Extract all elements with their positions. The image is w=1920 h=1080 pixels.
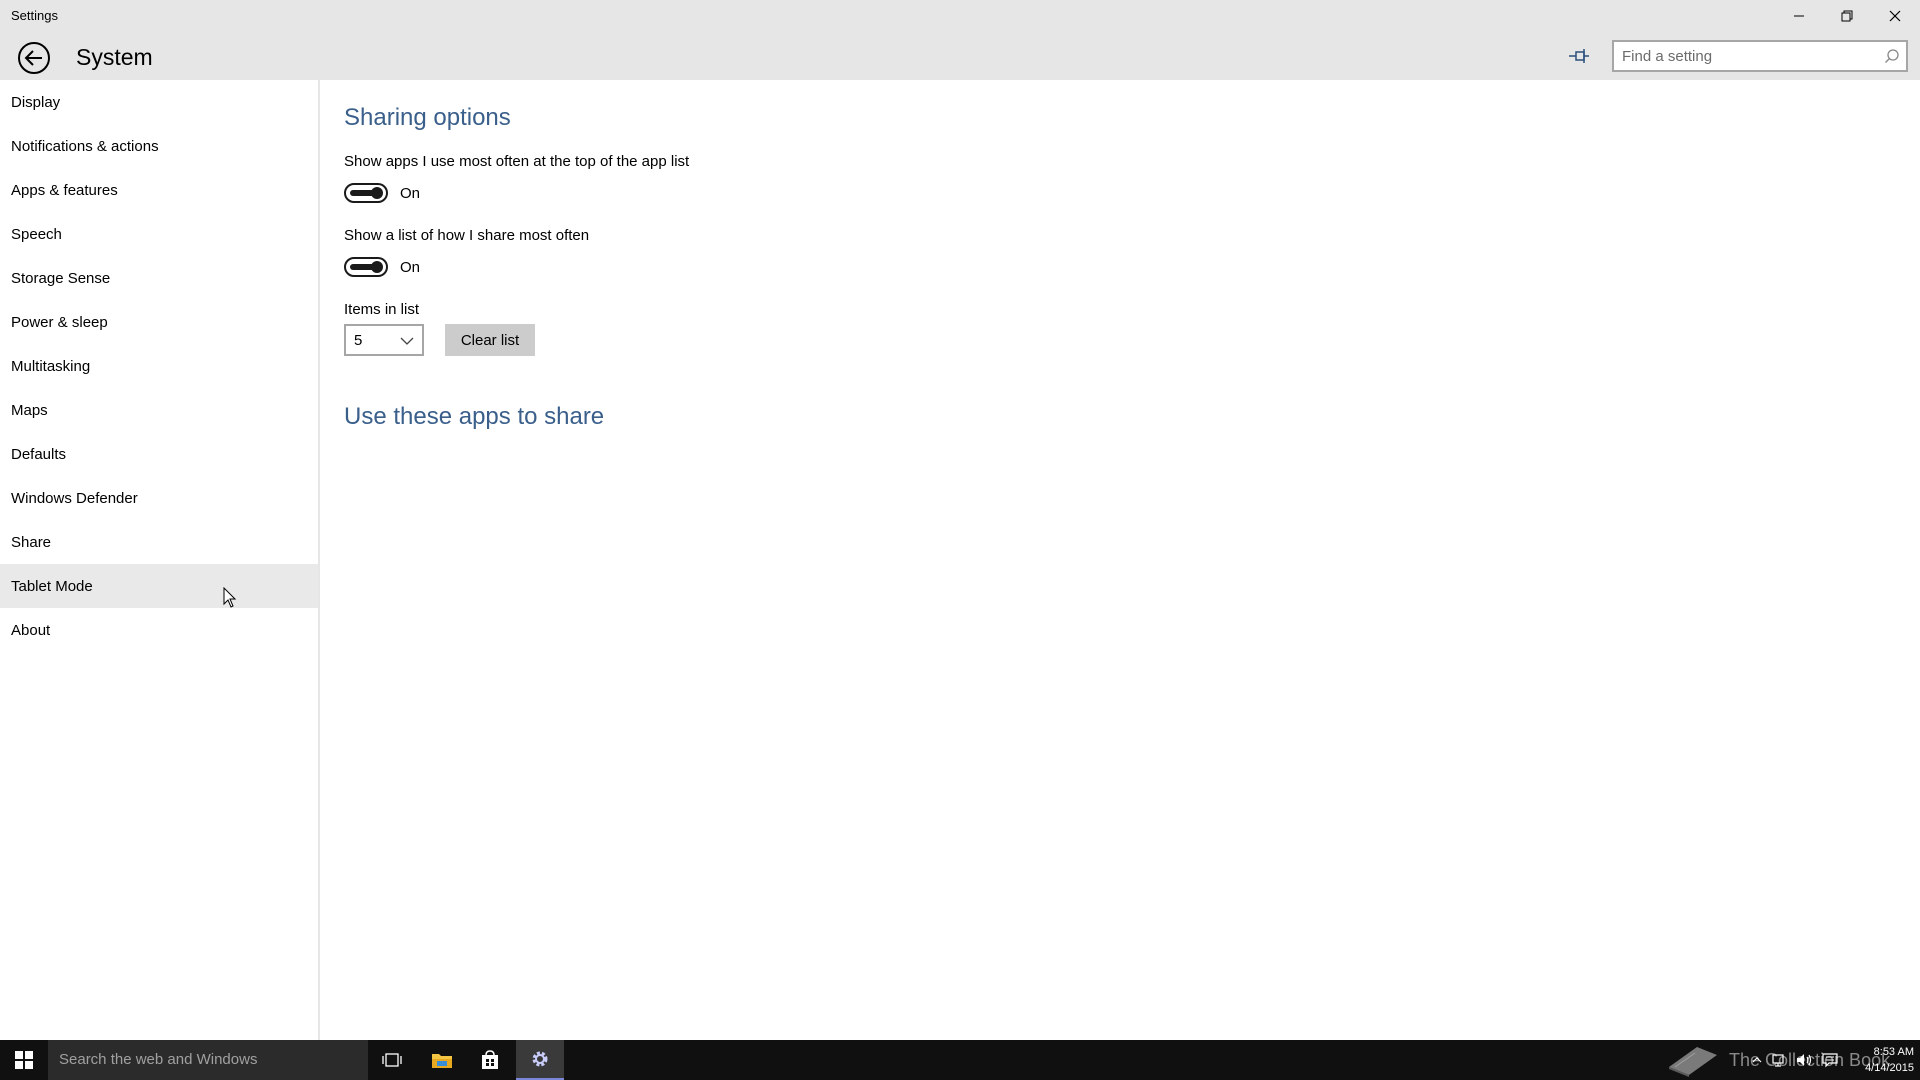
- toggle-knob: [371, 261, 383, 273]
- sidebar-item-notifications-actions[interactable]: Notifications & actions: [0, 124, 318, 168]
- main-content: Sharing options Show apps I use most oft…: [322, 80, 1920, 1040]
- clear-list-button[interactable]: Clear list: [445, 324, 535, 356]
- clock-date: 4/14/2015: [1865, 1062, 1914, 1074]
- items-in-list-label: Items in list: [344, 301, 420, 318]
- search-icon[interactable]: [1884, 48, 1900, 64]
- windows-logo-icon: [15, 1051, 33, 1069]
- pin-icon: [1569, 49, 1589, 63]
- sidebar-item-multitasking[interactable]: Multitasking: [0, 344, 318, 388]
- chevron-down-icon: [400, 337, 414, 345]
- share-list-toggle[interactable]: [344, 257, 388, 277]
- sidebar-item-apps-features[interactable]: Apps & features: [0, 168, 318, 212]
- close-button[interactable]: [1872, 0, 1918, 32]
- sidebar-item-share[interactable]: Share: [0, 520, 318, 564]
- frequent-apps-toggle[interactable]: [344, 183, 388, 203]
- book-logo-icon: [1669, 1047, 1717, 1077]
- title-bar: Settings: [0, 0, 1920, 32]
- store-button[interactable]: [466, 1040, 514, 1080]
- task-view-icon: [382, 1053, 402, 1067]
- toggle-knob: [371, 187, 383, 199]
- clock-time: 8:53 AM: [1873, 1046, 1914, 1058]
- frequent-apps-state: On: [400, 185, 421, 202]
- task-view-button[interactable]: [368, 1040, 416, 1080]
- sidebar-item-maps[interactable]: Maps: [0, 388, 318, 432]
- sidebar-item-storage-sense[interactable]: Storage Sense: [0, 256, 318, 300]
- sidebar-item-about[interactable]: About: [0, 608, 318, 652]
- taskbar-search-box[interactable]: Search the web and Windows: [48, 1040, 368, 1080]
- sidebar-item-speech[interactable]: Speech: [0, 212, 318, 256]
- find-setting-search[interactable]: [1612, 40, 1908, 72]
- network-icon[interactable]: [1772, 1052, 1788, 1068]
- sidebar-item-display[interactable]: Display: [0, 80, 318, 124]
- minimize-icon: [1794, 15, 1804, 17]
- start-button[interactable]: [0, 1040, 48, 1080]
- sidebar-nav: Display Notifications & actions Apps & f…: [0, 80, 320, 1040]
- taskbar: Search the web and Windows The Collectio…: [0, 1040, 1920, 1080]
- system-clock[interactable]: 8:53 AM 4/14/2015: [1846, 1044, 1914, 1076]
- sidebar-item-defaults[interactable]: Defaults: [0, 432, 318, 476]
- restore-button[interactable]: [1824, 0, 1870, 32]
- header: System: [0, 32, 1920, 80]
- sidebar-item-power-sleep[interactable]: Power & sleep: [0, 300, 318, 344]
- action-center-icon[interactable]: [1822, 1052, 1838, 1068]
- back-button[interactable]: [16, 40, 52, 76]
- close-icon: [1889, 10, 1901, 22]
- sharing-options-heading: Sharing options: [344, 104, 511, 131]
- volume-icon[interactable]: [1796, 1052, 1814, 1068]
- mouse-cursor-icon: [223, 587, 237, 608]
- share-list-state: On: [400, 259, 421, 276]
- option-frequent-apps-label: Show apps I use most often at the top of…: [344, 153, 690, 170]
- sidebar-item-tablet-mode[interactable]: Tablet Mode: [0, 564, 318, 608]
- search-input[interactable]: [1622, 45, 1872, 67]
- items-in-list-value: 5: [354, 332, 363, 349]
- file-explorer-button[interactable]: [418, 1040, 466, 1080]
- use-apps-heading: Use these apps to share: [344, 403, 605, 430]
- store-icon: [482, 1050, 498, 1069]
- taskbar-search-placeholder: Search the web and Windows: [59, 1051, 258, 1068]
- gear-icon: [532, 1051, 548, 1067]
- minimize-button[interactable]: [1776, 0, 1822, 32]
- settings-app-button[interactable]: [516, 1040, 564, 1080]
- restore-icon: [1841, 10, 1853, 22]
- back-arrow-icon: [18, 42, 50, 74]
- items-in-list-dropdown[interactable]: 5: [344, 324, 424, 356]
- sidebar-item-windows-defender[interactable]: Windows Defender: [0, 476, 318, 520]
- chevron-up-icon[interactable]: [1752, 1055, 1762, 1065]
- folder-icon: [432, 1054, 452, 1068]
- page-title: System: [76, 44, 153, 70]
- app-title: Settings: [11, 8, 58, 23]
- pin-to-start-button[interactable]: [1564, 44, 1594, 68]
- option-share-list-label: Show a list of how I share most often: [344, 227, 590, 244]
